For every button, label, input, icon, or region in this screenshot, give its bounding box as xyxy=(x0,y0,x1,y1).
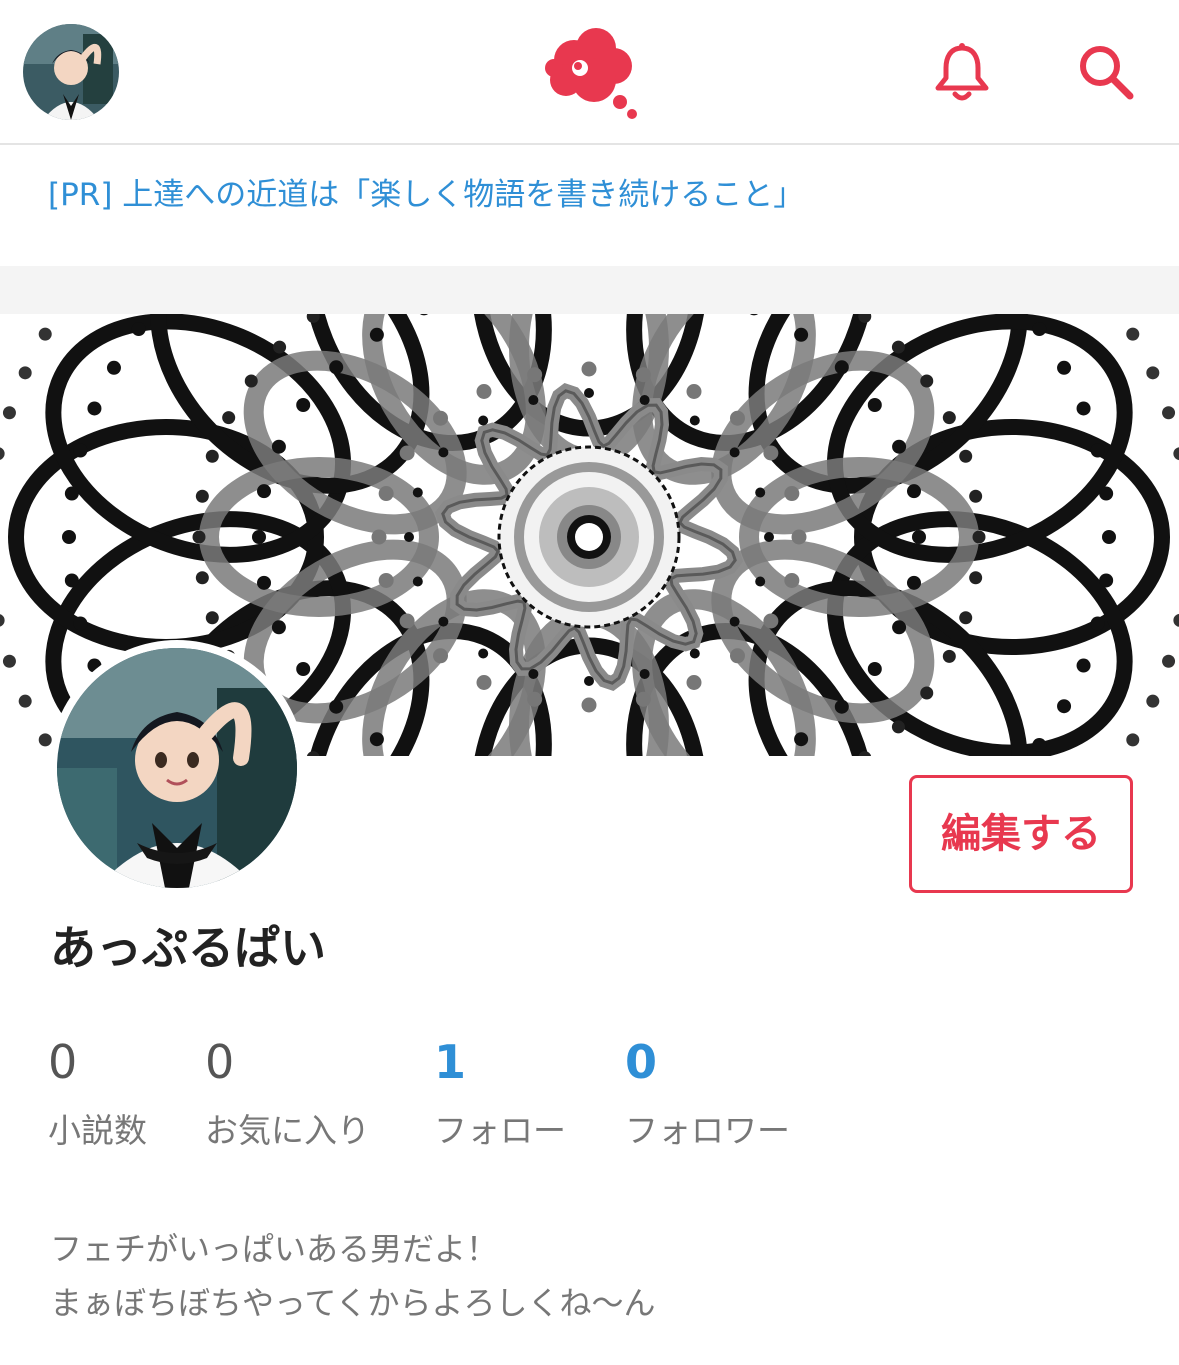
section-divider xyxy=(0,266,1179,314)
stat-following[interactable]: 1 フォロー xyxy=(434,1032,566,1156)
profile-username: あっぷるぱい xyxy=(50,921,326,975)
stat-followers-count[interactable]: 0 xyxy=(625,1032,790,1092)
top-header xyxy=(0,0,1179,145)
stat-following-count[interactable]: 1 xyxy=(434,1032,566,1092)
stat-favorites: 0 お気に入り xyxy=(205,1032,370,1156)
bio-line: フェチがいっぱいある男だよ！ xyxy=(50,1230,499,1268)
user-avatar-icon xyxy=(23,24,119,120)
header-avatar[interactable] xyxy=(23,24,119,120)
stat-followers[interactable]: 0 フォロワー xyxy=(625,1032,790,1156)
notification-button[interactable] xyxy=(930,40,994,104)
stat-novels: 0 小説数 xyxy=(48,1032,147,1156)
profile-bio: フェチがいっぱいある男だよ！ まぁぼちぼちやってくからよろしくね〜ん xyxy=(50,1222,655,1330)
stat-novels-count: 0 xyxy=(48,1035,78,1089)
search-button[interactable] xyxy=(1074,40,1138,104)
user-avatar-icon xyxy=(57,648,297,888)
edit-profile-button[interactable]: 編集する xyxy=(909,775,1133,893)
stat-novels-label: 小説数 xyxy=(48,1111,147,1150)
stat-followers-label[interactable]: フォロワー xyxy=(625,1106,790,1156)
stat-favorites-count: 0 xyxy=(205,1035,235,1089)
profile-avatar-image xyxy=(57,648,297,888)
stat-favorites-label: お気に入り xyxy=(205,1111,370,1150)
profile-avatar[interactable] xyxy=(49,640,305,896)
pr-banner-link[interactable]: [PR] 上達への近道は「楽しく物語を書き続けること」 xyxy=(48,170,804,220)
bio-line: まぁぼちぼちやってくからよろしくね〜ん xyxy=(50,1284,656,1322)
site-logo[interactable] xyxy=(538,22,642,122)
bell-icon xyxy=(935,43,989,101)
search-icon xyxy=(1080,46,1134,100)
stat-following-label[interactable]: フォロー xyxy=(434,1106,566,1156)
speech-bubble-logo-icon xyxy=(545,28,637,119)
